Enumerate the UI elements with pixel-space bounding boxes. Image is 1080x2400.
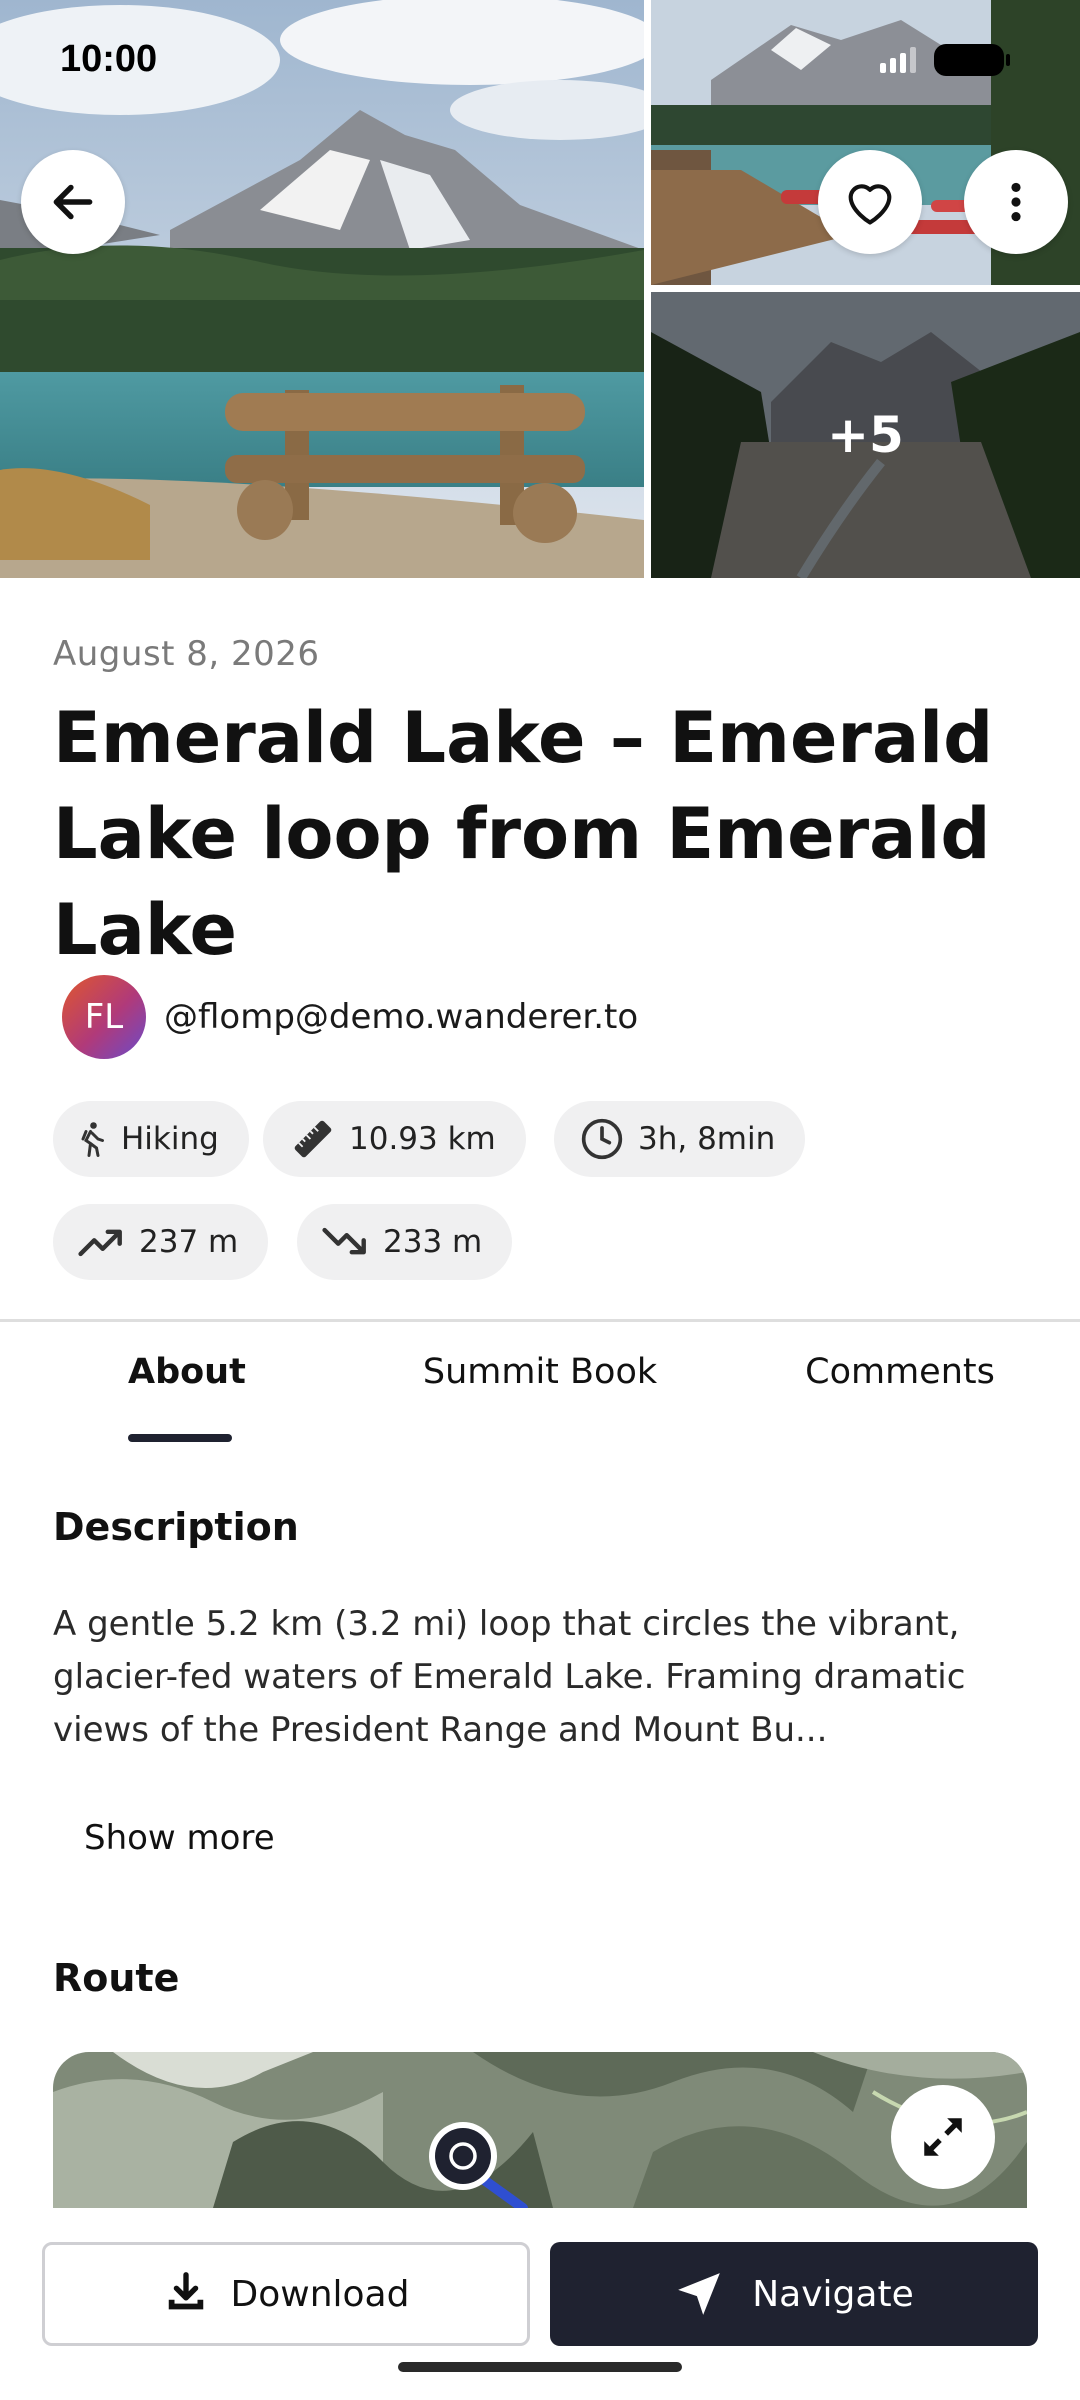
trend-up-icon: [78, 1229, 122, 1257]
author-row[interactable]: FL @flomp@demo.wanderer.to: [62, 975, 638, 1059]
signal-icon: [880, 47, 916, 73]
expand-map-button[interactable]: [891, 2085, 995, 2189]
more-options-button[interactable]: [964, 150, 1068, 254]
tab-comments[interactable]: Comments: [790, 1352, 1010, 1392]
clock-icon: [581, 1118, 623, 1160]
author-handle: @flomp@demo.wanderer.to: [164, 997, 639, 1037]
gallery-photo-more[interactable]: +5: [651, 292, 1080, 578]
section-divider: [0, 1319, 1080, 1322]
activity-label: Hiking: [121, 1121, 219, 1157]
duration-chip: 3h, 8min: [554, 1101, 806, 1177]
photo-gallery: +5: [0, 0, 1080, 578]
ruler-icon: [294, 1120, 332, 1158]
route-map[interactable]: [53, 2052, 1027, 2208]
elevation-gain-value: 237 m: [139, 1224, 239, 1260]
download-icon: [168, 2272, 203, 2310]
back-arrow-icon: [53, 184, 93, 220]
activity-chip: Hiking: [53, 1101, 249, 1177]
distance-value: 10.93 km: [349, 1121, 496, 1157]
duration-value: 3h, 8min: [638, 1121, 776, 1157]
route-heading: Route: [53, 1956, 180, 2000]
elevation-gain-chip: 237 m: [53, 1204, 269, 1280]
description-text: A gentle 5.2 km (3.2 mi) loop that circl…: [53, 1604, 966, 1750]
navigate-label: Navigate: [752, 2273, 914, 2315]
main-photo[interactable]: [0, 0, 644, 578]
back-button[interactable]: [21, 150, 125, 254]
trend-down-icon: [322, 1227, 366, 1255]
heart-icon: [848, 184, 892, 225]
kebab-menu-icon: [1011, 182, 1021, 222]
expand-icon: [924, 2118, 962, 2156]
status-time: 10:00: [60, 38, 158, 80]
show-more-button[interactable]: Show more: [84, 1818, 275, 1858]
elevation-loss-chip: 233 m: [297, 1204, 513, 1280]
hiking-icon: [81, 1122, 104, 1157]
active-tab-indicator: [128, 1434, 232, 1442]
battery-icon: [934, 44, 1010, 76]
trail-detail-screen: +5 10:00 August 8, 2026 Emerald Lake – E…: [0, 0, 1080, 2400]
distance-chip: 10.93 km: [263, 1101, 526, 1177]
description-heading: Description: [53, 1505, 299, 1549]
status-icons: [880, 44, 1010, 76]
tab-summit-book[interactable]: Summit Book: [400, 1352, 680, 1392]
trail-date: August 8, 2026: [53, 634, 320, 674]
more-photos-label: +5: [651, 292, 1080, 578]
download-label: Download: [230, 2273, 410, 2315]
download-button[interactable]: Download: [42, 2242, 530, 2346]
home-indicator: [398, 2362, 682, 2372]
trail-title: Emerald Lake – Emerald Lake loop from Em…: [53, 697, 994, 971]
tab-about[interactable]: About: [128, 1352, 246, 1392]
navigate-arrow-icon: [678, 2273, 721, 2315]
avatar: FL: [62, 975, 146, 1059]
elevation-loss-value: 233 m: [383, 1224, 483, 1260]
navigate-button[interactable]: Navigate: [550, 2242, 1038, 2346]
favorite-button[interactable]: [818, 150, 922, 254]
